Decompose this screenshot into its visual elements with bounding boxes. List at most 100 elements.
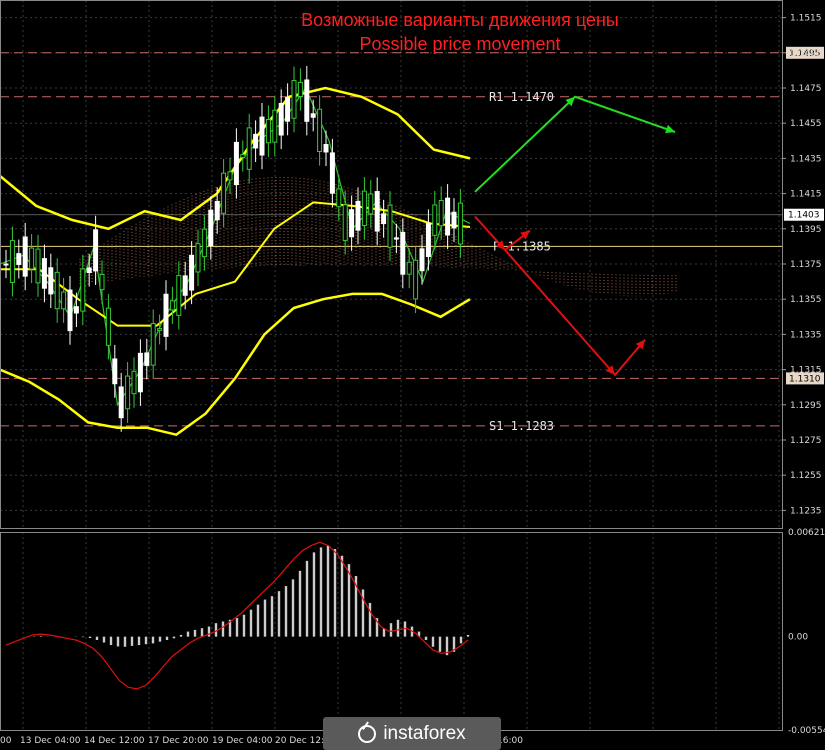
candle-body: [304, 79, 310, 122]
candle-body: [195, 243, 201, 273]
candle-body: [400, 231, 406, 275]
price-tick-label: 1.1455: [790, 119, 822, 129]
candle-body: [432, 204, 438, 236]
candle-body: [214, 200, 220, 221]
candle-body: [150, 322, 156, 366]
osc-tick-label: 0.00: [788, 633, 808, 643]
candle-body: [137, 352, 143, 393]
candle-body: [278, 102, 284, 136]
candle-body: [240, 154, 246, 158]
candle-body: [285, 96, 291, 122]
candle-body: [457, 202, 463, 245]
price-tick-label: 1.1375: [790, 260, 822, 270]
candle-body: [112, 358, 118, 385]
candle-body: [105, 307, 111, 346]
candle-body: [323, 144, 329, 153]
candle-body: [425, 222, 431, 257]
candle-body: [361, 190, 367, 227]
osc-tick-label: 0.00621: [788, 528, 825, 538]
candle-body: [54, 271, 60, 310]
price-tick-label: 1.1275: [790, 436, 822, 446]
candle-body: [163, 293, 169, 337]
candle-body: [144, 352, 150, 366]
candle-body: [253, 133, 259, 149]
instaforex-mark-icon: [358, 724, 377, 743]
level-label: S1 1.1283: [489, 419, 554, 433]
candle-body: [413, 259, 419, 300]
chart-title-ru: Возможные варианты движения цены: [301, 10, 619, 30]
candle-body: [29, 247, 35, 270]
candle-body: [118, 386, 124, 419]
osc-tick-label: -0.00554: [788, 726, 825, 736]
candle-body: [86, 267, 92, 273]
level-price-label: 1.1310: [789, 374, 821, 384]
time-tick-label: 00: [0, 736, 12, 746]
candle-body: [131, 370, 137, 395]
candle-body: [355, 200, 361, 231]
candle-body: [259, 116, 265, 156]
price-tick-label: 1.1355: [790, 295, 822, 305]
price-tick-label: 1.1495: [790, 49, 822, 59]
candle-body: [393, 237, 399, 240]
price-tick-label: 1.1435: [790, 154, 822, 164]
candle-body: [310, 113, 316, 118]
projection-arrow: [504, 249, 646, 377]
candle-body: [73, 306, 79, 314]
candle-body: [169, 300, 175, 311]
candle-body: [201, 228, 207, 258]
logo-text: instaforex: [383, 722, 466, 744]
candle-body: [445, 197, 451, 236]
projection-arrowhead: [665, 124, 675, 134]
candle-body: [61, 291, 67, 310]
projection-arrow: [474, 95, 676, 193]
time-tick-label: 17 Dec 20:00: [148, 736, 209, 746]
projection-arrows: [474, 95, 676, 377]
candle-body: [297, 81, 303, 98]
time-tick-label: 14 Dec 12:00: [84, 736, 145, 746]
price-tick-label: 1.1315: [790, 366, 822, 376]
price-tick-label: 1.1395: [790, 225, 822, 235]
candle-body: [419, 248, 425, 272]
price-tick-label: 1.1295: [790, 401, 822, 411]
candlesticks: [3, 65, 463, 432]
candle-body: [22, 236, 28, 277]
chart-title-en: Possible price movement: [359, 34, 560, 54]
candle-body: [329, 152, 335, 194]
candle-body: [349, 209, 355, 238]
time-tick-label: 19 Dec 04:00: [212, 736, 273, 746]
indicator-lines: [0, 86, 471, 437]
candle-body: [182, 275, 188, 296]
candle-body: [125, 375, 131, 410]
candle-body: [342, 204, 348, 241]
candle-body: [9, 240, 15, 283]
candle-body: [67, 289, 73, 332]
time-tick-label: 13 Dec 04:00: [20, 736, 81, 746]
candle-body: [336, 188, 342, 208]
macd-oscillator: [5, 541, 470, 690]
candle-body: [16, 253, 22, 265]
candle-body: [227, 171, 233, 181]
candle-body: [317, 108, 323, 152]
candle-body: [381, 213, 387, 225]
candle-body: [272, 109, 278, 143]
candle-body: [3, 263, 9, 266]
candle-body: [176, 275, 182, 316]
price-tick-label: 1.1255: [790, 471, 822, 481]
candle-body: [208, 209, 214, 247]
price-tick-label: 1.1235: [790, 506, 822, 516]
candle-body: [374, 191, 380, 232]
candle-body: [387, 204, 393, 248]
candle-body: [41, 258, 47, 289]
candle-body: [246, 127, 252, 170]
candle-body: [451, 211, 457, 229]
candle-body: [99, 274, 105, 291]
candle-body: [221, 172, 227, 214]
candle-body: [80, 268, 86, 312]
signal-line: [5, 541, 469, 690]
candle-body: [48, 267, 54, 295]
candle-body: [35, 248, 41, 284]
candle-body: [406, 261, 412, 275]
candle-body: [438, 200, 444, 227]
candle-body: [233, 141, 239, 186]
candle-body: [291, 80, 297, 119]
